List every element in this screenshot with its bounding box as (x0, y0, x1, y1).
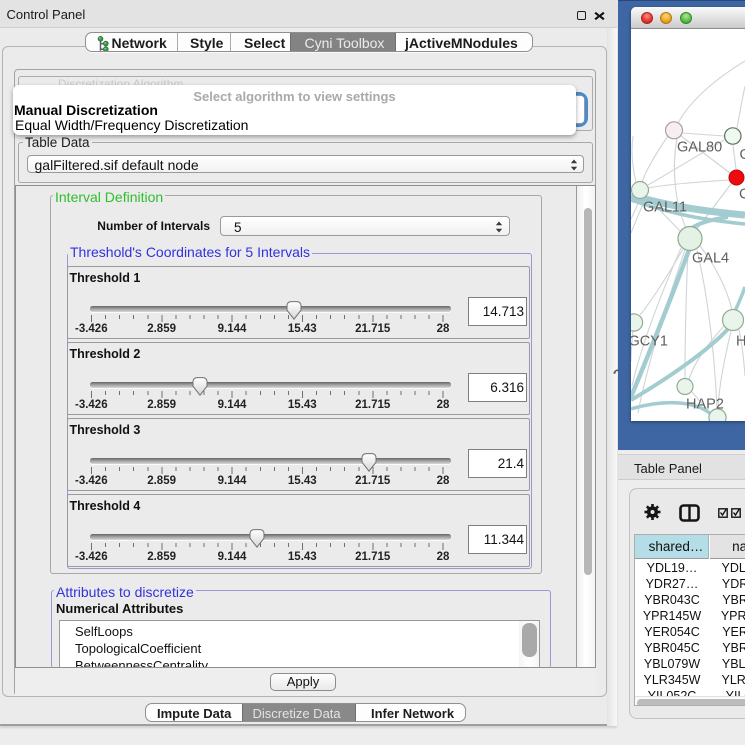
svg-text:GAL4: GAL4 (692, 251, 729, 267)
svg-text:HIS7: HIS7 (736, 334, 745, 350)
svg-text:HAP2: HAP2 (686, 397, 724, 413)
svg-text:GAL80: GAL80 (677, 140, 722, 156)
svg-text:GCY1: GCY1 (631, 334, 668, 350)
svg-text:GAL11: GAL11 (643, 200, 687, 216)
svg-text:GAL3: GAL3 (740, 147, 745, 163)
svg-text:CYC8: CYC8 (739, 187, 745, 203)
